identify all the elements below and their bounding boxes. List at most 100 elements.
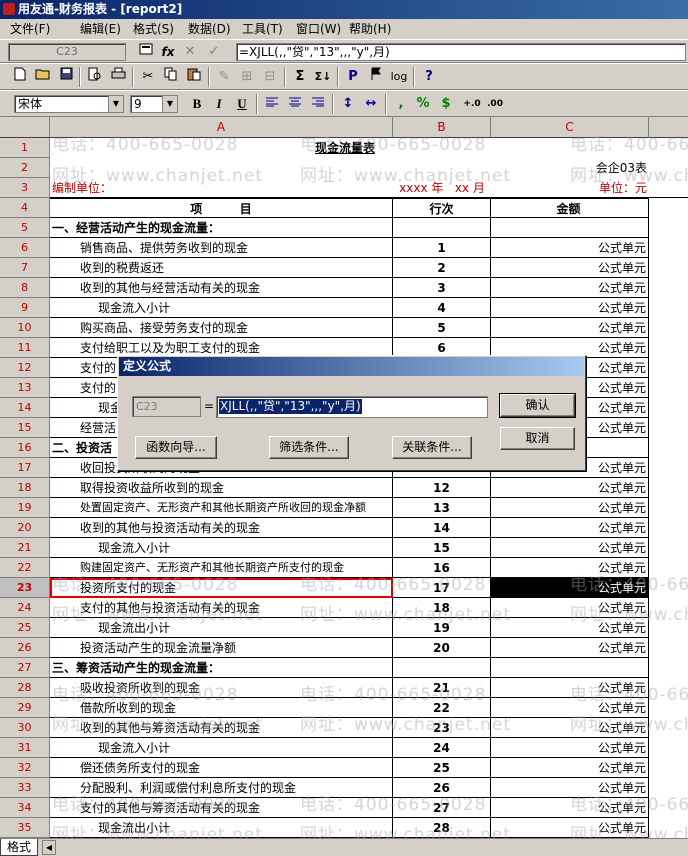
bold-button[interactable]: B <box>187 94 207 114</box>
cell-item[interactable]: 分配股利、利润或偿付利息所支付的现金 <box>50 778 393 798</box>
cell-amount[interactable]: 公式单元 <box>491 238 649 258</box>
column-header-b[interactable]: B <box>393 117 491 138</box>
filter-condition-button[interactable]: 筛选条件... <box>269 436 349 459</box>
save-icon[interactable] <box>56 67 76 87</box>
cell-line-no[interactable] <box>393 158 491 178</box>
row-header[interactable]: 2 <box>0 158 50 178</box>
print-preview-icon[interactable] <box>85 67 105 87</box>
cell-amount[interactable]: 公式单元 <box>491 278 649 298</box>
underline-button[interactable]: U <box>232 94 252 114</box>
cell-item[interactable]: 收到的其他与经营活动有关的现金 <box>50 278 393 298</box>
row-header[interactable]: 31 <box>0 738 50 758</box>
cell-item[interactable] <box>50 158 393 178</box>
new-file-icon[interactable] <box>10 67 30 87</box>
row-header[interactable]: 13 <box>0 378 50 398</box>
align-right-icon[interactable] <box>308 94 328 114</box>
cell-item[interactable]: 收到的其他与筹资活动有关的现金 <box>50 718 393 738</box>
currency-style-button[interactable]: $ <box>436 94 456 114</box>
calculator-icon[interactable] <box>136 43 156 61</box>
vertical-align-icon[interactable]: ↕ <box>338 94 358 114</box>
row-header[interactable]: 17 <box>0 458 50 478</box>
cell-item[interactable]: 借款所收到的现金 <box>50 698 393 718</box>
row-header[interactable]: 6 <box>0 238 50 258</box>
font-size-select[interactable]: 9 ▼ <box>130 95 178 113</box>
cell-line-no[interactable]: 14 <box>393 518 491 538</box>
cell-amount[interactable]: 公式单元 <box>491 598 649 618</box>
row-header[interactable]: 23 <box>0 578 50 598</box>
row-header[interactable]: 29 <box>0 698 50 718</box>
cell-line-no[interactable] <box>393 218 491 238</box>
cell-line-no[interactable]: 15 <box>393 538 491 558</box>
cell-line-no[interactable]: 13 <box>393 498 491 518</box>
row-header[interactable]: 4 <box>0 198 50 218</box>
row-header[interactable]: 18 <box>0 478 50 498</box>
cell-line-no[interactable]: 25 <box>393 758 491 778</box>
flag-icon[interactable] <box>366 67 386 87</box>
cell-item[interactable]: 购建固定资产、无形资产和其他长期资产所支付的现金 <box>50 558 393 578</box>
cell-line-no[interactable]: 2 <box>393 258 491 278</box>
row-header[interactable]: 9 <box>0 298 50 318</box>
column-header-a[interactable]: A <box>50 117 393 138</box>
cell-amount[interactable]: 公式单元 <box>491 518 649 538</box>
open-folder-icon[interactable] <box>33 67 53 87</box>
cell-line-no[interactable]: 28 <box>393 818 491 838</box>
align-left-icon[interactable] <box>262 94 282 114</box>
cell-amount[interactable]: 公式单元 <box>491 698 649 718</box>
horizontal-fit-icon[interactable]: ↔ <box>361 94 381 114</box>
cell-amount[interactable]: 公式单元 <box>491 538 649 558</box>
chevron-down-icon[interactable]: ▼ <box>108 96 123 112</box>
cell-line-no[interactable] <box>393 658 491 678</box>
delete-icon[interactable]: ⊟ <box>260 67 280 87</box>
cell-amount[interactable]: 公式单元 <box>491 778 649 798</box>
cell-amount[interactable]: 单位：元 <box>491 178 649 198</box>
row-header[interactable]: 8 <box>0 278 50 298</box>
row-header[interactable]: 22 <box>0 558 50 578</box>
column-header-c[interactable]: C <box>491 117 649 138</box>
cell-line-no[interactable]: 1 <box>393 238 491 258</box>
cell-line-no[interactable]: 19 <box>393 618 491 638</box>
menu-edit[interactable]: 编辑(E) <box>80 21 121 37</box>
row-header[interactable]: 28 <box>0 678 50 698</box>
select-all-corner[interactable] <box>0 117 50 138</box>
cell-amount[interactable]: 公式单元 <box>491 258 649 278</box>
cell-item[interactable]: 现金流入小计 <box>50 298 393 318</box>
align-center-icon[interactable] <box>285 94 305 114</box>
cell-item[interactable]: 取得投资收益所收到的现金 <box>50 478 393 498</box>
paste-icon[interactable] <box>184 67 204 87</box>
menu-tools[interactable]: 工具(T) <box>242 21 283 37</box>
cell-amount[interactable]: 会企03表 <box>491 158 649 178</box>
menu-file[interactable]: 文件(F) <box>10 21 50 37</box>
increase-decimal-button[interactable]: +.0 <box>462 94 482 114</box>
row-header[interactable]: 24 <box>0 598 50 618</box>
format-painter-icon[interactable]: ✎ <box>214 67 234 87</box>
decrease-decimal-button[interactable]: .00 <box>485 94 505 114</box>
cell-amount[interactable]: 公式单元 <box>491 638 649 658</box>
cell-line-no[interactable]: 27 <box>393 798 491 818</box>
chevron-down-icon[interactable]: ▼ <box>162 96 177 112</box>
cell-line-no[interactable]: 26 <box>393 778 491 798</box>
cell-line-no[interactable]: 5 <box>393 318 491 338</box>
p-icon[interactable]: P <box>343 67 363 87</box>
cell-amount[interactable]: 公式单元 <box>491 738 649 758</box>
cell-item[interactable] <box>50 138 393 158</box>
cell-line-no[interactable]: 行次 <box>393 198 491 218</box>
font-select[interactable]: 宋体 ▼ <box>14 95 124 113</box>
cell-amount[interactable]: 公式单元 <box>491 558 649 578</box>
row-header[interactable]: 15 <box>0 418 50 438</box>
row-header[interactable]: 14 <box>0 398 50 418</box>
cell-amount[interactable]: 公式单元 <box>491 818 649 838</box>
cell-amount[interactable]: 金额 <box>491 198 649 218</box>
cell-item[interactable]: 现金流出小计 <box>50 618 393 638</box>
dialog-cancel-button[interactable]: 取消 <box>500 427 575 450</box>
cell-amount[interactable]: 公式单元 <box>491 798 649 818</box>
sum-icon[interactable]: Σ <box>290 67 310 87</box>
menu-window[interactable]: 窗口(W) <box>296 21 341 37</box>
cell-reference-box[interactable]: C23 <box>8 43 126 61</box>
row-header[interactable]: 30 <box>0 718 50 738</box>
row-header[interactable]: 21 <box>0 538 50 558</box>
cell-line-no[interactable]: 16 <box>393 558 491 578</box>
cell-line-no[interactable]: 12 <box>393 478 491 498</box>
percent-style-button[interactable]: % <box>413 94 433 114</box>
cell-amount[interactable]: 公式单元 <box>491 318 649 338</box>
cell-item[interactable]: 投资所支付的现金 <box>50 578 393 598</box>
